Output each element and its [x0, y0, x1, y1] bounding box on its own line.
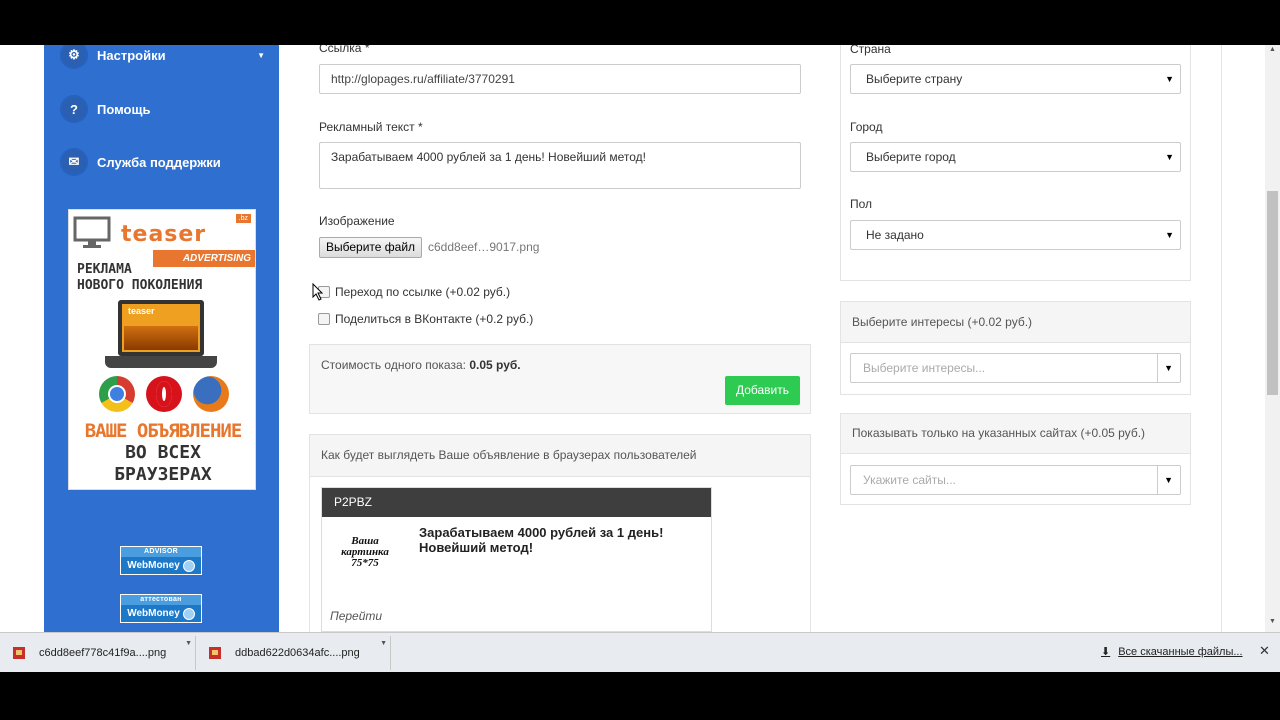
image-file-icon	[209, 647, 221, 659]
laptop-base	[105, 356, 217, 368]
webmoney-advisor-badge[interactable]: ADVISOR WebMoney	[120, 546, 202, 575]
link-input[interactable]: http://glopages.ru/affiliate/3770291	[319, 64, 801, 94]
download-icon: ⬇	[1101, 646, 1111, 658]
firefox-icon	[193, 376, 229, 412]
download-item[interactable]: ddbad622d0634afc....png ▼	[196, 636, 391, 670]
city-label: Город	[850, 120, 883, 134]
ad-text-label: Рекламный текст *	[319, 120, 423, 134]
dropdown-arrow-icon: ▼	[1164, 363, 1173, 373]
preview-site-name: P2PBZ	[322, 488, 711, 517]
sidebar-item-label: Служба поддержки	[97, 154, 221, 170]
checkbox-vk-share[interactable]: Поделиться в ВКонтакте (+0.2 руб.)	[318, 312, 533, 326]
image-placeholder: Ваша картинка 75*75	[341, 535, 389, 569]
download-item[interactable]: c6dd8eef778c41f9a....png ▼	[0, 636, 196, 670]
teaser-ad-banner[interactable]: teaser .bz ADVERTISING РЕКЛАМА НОВОГО ПО…	[68, 209, 256, 490]
city-select[interactable]: Выберите город ▼	[850, 142, 1181, 172]
chrome-icon	[99, 376, 135, 412]
sites-heading: Показывать только на указанных сайтах (+…	[841, 414, 1190, 454]
sidebar-item-settings[interactable]: ⚙ Настройки ▼	[44, 45, 279, 81]
content-border	[1221, 45, 1222, 632]
laptop-image: teaser	[118, 300, 204, 356]
country-select[interactable]: Выберите страну ▼	[850, 64, 1181, 94]
chevron-down-icon[interactable]: ▼	[380, 640, 387, 647]
question-icon: ?	[60, 95, 88, 123]
country-label: Страна	[850, 45, 891, 56]
globe-icon	[182, 607, 195, 620]
mail-icon: ✉	[60, 148, 88, 176]
sidebar: ⚙ Настройки ▼ ? Помощь ✉ Служба поддержк…	[44, 45, 279, 632]
sidebar-item-help[interactable]: ? Помощь	[44, 83, 279, 135]
all-downloads-link[interactable]: ⬇ Все скачанные файлы...	[1101, 645, 1243, 659]
caret-down-icon: ▼	[257, 50, 265, 60]
dropdown-arrow-icon: ▼	[1165, 230, 1174, 240]
chevron-down-icon[interactable]: ▼	[185, 640, 192, 647]
sidebar-item-support[interactable]: ✉ Служба поддержки	[44, 136, 279, 188]
file-name: c6dd8eef…9017.png	[428, 240, 540, 254]
teaser-logo: teaser .bz	[73, 214, 253, 248]
scrollbar[interactable]: ▲ ▼	[1265, 45, 1280, 632]
browser-viewport: ⚙ Настройки ▼ ? Помощь ✉ Служба поддержк…	[0, 45, 1280, 632]
sites-select[interactable]: Укажите сайты... ▼	[850, 465, 1181, 495]
checkbox-link-click[interactable]: Переход по ссылке (+0.02 руб.)	[318, 285, 510, 299]
webmoney-attested-badge[interactable]: аттестован WebMoney	[120, 594, 202, 623]
choose-file-button[interactable]: Выберите файл	[319, 237, 423, 258]
preview-ad-text: Зарабатываем 4000 рублей за 1 день! Нове…	[419, 525, 664, 555]
banner-tagline: РЕКЛАМА НОВОГО ПОКОЛЕНИЯ	[77, 262, 203, 293]
ad-text-textarea[interactable]: Зарабатываем 4000 рублей за 1 день! Нове…	[319, 142, 801, 189]
monitor-icon	[73, 216, 111, 248]
add-button[interactable]: Добавить	[725, 376, 800, 405]
checkbox[interactable]	[318, 313, 330, 325]
gender-label: Пол	[850, 197, 873, 211]
preview-heading: Как будет выглядеть Ваше объявление в бр…	[310, 435, 810, 477]
mouse-cursor-icon	[312, 283, 324, 301]
globe-icon	[182, 559, 195, 572]
downloads-bar: c6dd8eef778c41f9a....png ▼ ddbad622d0634…	[0, 632, 1280, 672]
ad-preview: P2PBZ Ваша картинка 75*75 Зарабатываем 4…	[321, 487, 712, 632]
sidebar-item-label: Настройки	[97, 47, 166, 63]
close-icon[interactable]: ✕	[1259, 643, 1270, 659]
dropdown-arrow-icon: ▼	[1164, 475, 1173, 485]
gear-icon: ⚙	[60, 45, 88, 69]
banner-cta: ВАШЕ ОБЪЯВЛЕНИЕ ВО ВСЕХ БРАУЗЕРАХ	[84, 420, 243, 485]
dropdown-arrow-icon: ▼	[1165, 74, 1174, 84]
link-label: Ссылка *	[319, 45, 370, 55]
preview-go-link[interactable]: Перейти	[330, 609, 382, 623]
cost-per-view: Стоимость одного показа: 0.05 руб.	[321, 358, 521, 372]
scrollbar-thumb[interactable]	[1267, 191, 1278, 395]
image-label: Изображение	[319, 214, 395, 228]
interests-select[interactable]: Выберите интересы... ▼	[850, 353, 1181, 383]
scroll-down-icon[interactable]: ▼	[1269, 618, 1276, 625]
image-file-icon	[13, 647, 25, 659]
opera-icon	[146, 376, 182, 412]
gender-select[interactable]: Не задано ▼	[850, 220, 1181, 250]
interests-heading: Выберите интересы (+0.02 руб.)	[841, 302, 1190, 343]
scroll-up-icon[interactable]: ▲	[1269, 46, 1276, 53]
sidebar-item-label: Помощь	[97, 101, 151, 117]
dropdown-arrow-icon: ▼	[1165, 152, 1174, 162]
browser-logos	[99, 376, 229, 412]
